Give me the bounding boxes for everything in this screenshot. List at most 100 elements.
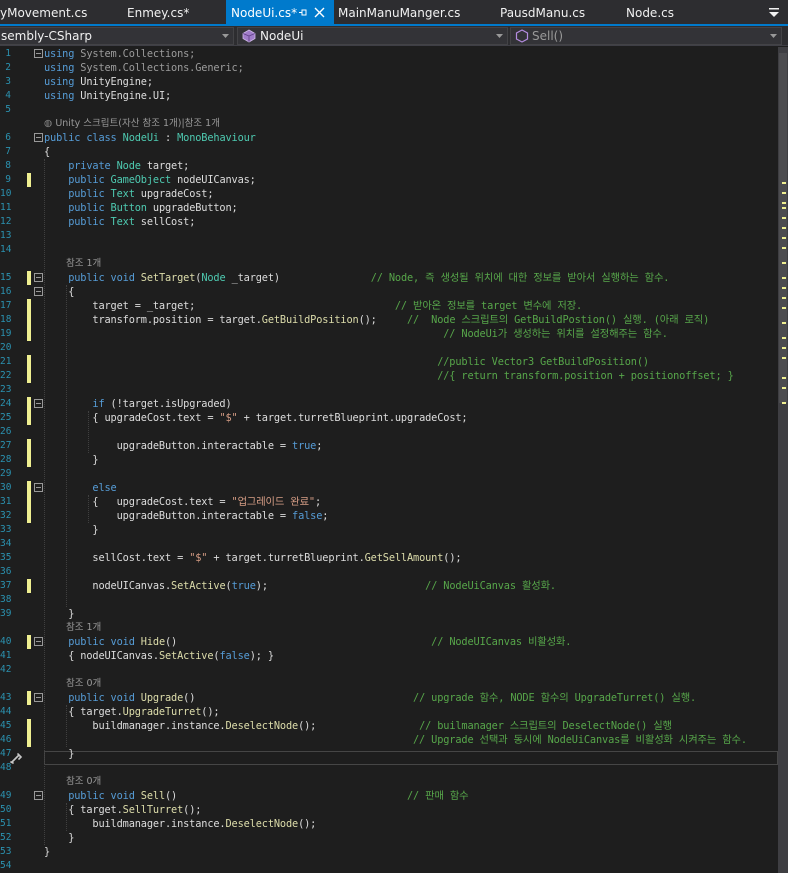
codelens-references[interactable]: 참조 1개: [66, 257, 101, 271]
code-line[interactable]: 16 {: [0, 285, 788, 299]
code-line[interactable]: 44 { target.UpgradeTurret();: [0, 705, 788, 719]
code-line[interactable]: 40 public void Hide() // NodeUICanvas 비활…: [0, 635, 788, 649]
code-line[interactable]: 23: [0, 383, 788, 397]
code-token: :: [158, 132, 178, 144]
code-text: { nodeUICanvas.SetActive(false); }: [44, 649, 274, 663]
member-dropdown[interactable]: Sell(): [510, 27, 782, 45]
code-line[interactable]: 18 transform.position = target.GetBuildP…: [0, 313, 788, 327]
code-line[interactable]: 50 { target.SellTurret();: [0, 803, 788, 817]
code-line[interactable]: 7{: [0, 145, 788, 159]
code-text: public void Hide() // NodeUICanvas 비활성화.: [44, 635, 571, 649]
code-token: + target.turretBlueprint.: [207, 552, 365, 564]
codelens-references[interactable]: 참조 1개: [66, 621, 101, 635]
code-line[interactable]: 8 private Node target;: [0, 159, 788, 173]
code-token: }: [44, 454, 99, 466]
collapse-toggle-icon[interactable]: [34, 637, 43, 646]
codelens-references[interactable]: 참조 0개: [66, 775, 101, 789]
chevron-down-icon: [770, 34, 777, 38]
code-line[interactable]: 24 if (!target.isUpgraded): [0, 397, 788, 411]
code-line[interactable]: 52 }: [0, 831, 788, 845]
code-token: ();: [358, 314, 377, 326]
code-line[interactable]: 15 public void SetTarget(Node _target) /…: [0, 271, 788, 285]
code-line[interactable]: 46 // Upgrade 선택과 동시에 NodeUiCanvas를 비활성화…: [0, 733, 788, 747]
code-line[interactable]: 9 public GameObject nodeUICanvas;: [0, 173, 788, 187]
code-line[interactable]: 47 }: [0, 747, 788, 761]
code-line[interactable]: 10 public Text upgradeCost;: [0, 187, 788, 201]
code-editor[interactable]: ◍ Unity 스크립트(자산 참조 1개)|참조 1개 참조 1개 참조 1개 참조…: [0, 47, 788, 873]
pin-icon[interactable]: [298, 8, 307, 17]
line-number: 41: [0, 650, 12, 661]
tab-enmey[interactable]: Enmey.cs*: [127, 0, 222, 24]
code-line[interactable]: 53}: [0, 845, 788, 859]
class-dropdown[interactable]: NodeUi: [237, 27, 508, 45]
code-line[interactable]: 39 }: [0, 607, 788, 621]
code-line[interactable]: 31 { upgradeCost.text = "업그레이드 완료";: [0, 495, 788, 509]
change-marker: [27, 453, 31, 467]
code-line[interactable]: 34: [0, 537, 788, 551]
code-line[interactable]: 11 public Button upgradeButton;: [0, 201, 788, 215]
code-line[interactable]: 25 { upgradeCost.text = "$" + target.tur…: [0, 411, 788, 425]
code-token: using: [44, 48, 75, 60]
code-line[interactable]: 5: [0, 103, 788, 117]
code-line[interactable]: 6 public class NodeUi : MonoBehaviour: [0, 131, 788, 145]
code-token: // 판매 함수: [177, 790, 469, 802]
code-line[interactable]: 38: [0, 593, 788, 607]
code-line[interactable]: 36: [0, 565, 788, 579]
code-line[interactable]: 3 using UnityEngine;: [0, 75, 788, 89]
code-line[interactable]: 17 target = _target; // 받아온 정보를 target 변…: [0, 299, 788, 313]
code-line[interactable]: 12 public Text sellCost;: [0, 215, 788, 229]
code-line[interactable]: 19 // NodeUi가 생성하는 위치를 설정해주는 함수.: [0, 327, 788, 341]
code-line[interactable]: 28 }: [0, 453, 788, 467]
code-line[interactable]: 26: [0, 425, 788, 439]
code-line[interactable]: 45 buildmanager.instance.DeselectNode();…: [0, 719, 788, 733]
collapse-toggle-icon[interactable]: [34, 287, 43, 296]
code-line[interactable]: 1 using System.Collections;: [0, 47, 788, 61]
collapse-toggle-icon[interactable]: [34, 791, 43, 800]
code-line[interactable]: 48: [0, 761, 788, 775]
code-token: + target.turretBlueprint.upgradeCost;: [237, 412, 468, 424]
code-line[interactable]: 49 public void Sell() // 판매 함수: [0, 789, 788, 803]
code-line[interactable]: 27 upgradeButton.interactable = true;: [0, 439, 788, 453]
tab-mainmanumanger[interactable]: MainManuManger.cs: [338, 0, 488, 24]
code-line[interactable]: 21 //public Vector3 GetBuildPosition(): [0, 355, 788, 369]
close-icon[interactable]: [314, 7, 325, 18]
code-line[interactable]: 37 nodeUICanvas.SetActive(true); // Node…: [0, 579, 788, 593]
code-line[interactable]: 22 //{ return transform.position + posit…: [0, 369, 788, 383]
code-token: // upgrade 함수, NODE 함수의 UpgradeTurret() …: [195, 692, 697, 704]
collapse-toggle-icon[interactable]: [34, 399, 43, 408]
code-line[interactable]: 33 }: [0, 523, 788, 537]
code-line[interactable]: 20: [0, 341, 788, 355]
code-line[interactable]: 13: [0, 229, 788, 243]
code-line[interactable]: 30 else: [0, 481, 788, 495]
collapse-toggle-icon[interactable]: [34, 133, 43, 142]
collapse-toggle-icon[interactable]: [34, 49, 43, 58]
code-line[interactable]: 51 buildmanager.instance.DeselectNode();: [0, 817, 788, 831]
tab-pausdmanu[interactable]: PausdManu.cs: [500, 0, 610, 24]
code-line[interactable]: 35 sellCost.text = "$" + target.turretBl…: [0, 551, 788, 565]
chevron-down-icon: [496, 34, 503, 38]
code-token: "$": [189, 552, 208, 564]
line-number: 51: [0, 818, 12, 829]
code-line[interactable]: 29: [0, 467, 788, 481]
collapse-toggle-icon[interactable]: [34, 483, 43, 492]
code-line[interactable]: 2 using System.Collections.Generic;: [0, 61, 788, 75]
tab-nodeui[interactable]: NodeUi.cs*: [226, 0, 334, 24]
code-line[interactable]: 54: [0, 859, 788, 873]
code-line[interactable]: 32 upgradeButton.interactable = false;: [0, 509, 788, 523]
code-line[interactable]: 14: [0, 243, 788, 257]
code-line[interactable]: 4 using UnityEngine.UI;: [0, 89, 788, 103]
code-line[interactable]: 41 { nodeUICanvas.SetActive(false); }: [0, 649, 788, 663]
project-dropdown[interactable]: sembly-CSharp: [0, 27, 234, 45]
tab-ymovement[interactable]: yMovement.cs: [0, 0, 118, 24]
tab-list-dropdown-icon[interactable]: [768, 6, 780, 20]
code-line[interactable]: 43 public void Upgrade() // upgrade 함수, …: [0, 691, 788, 705]
codelens-references[interactable]: ◍ Unity 스크립트(자산 참조 1개)|참조 1개: [44, 117, 220, 131]
line-number: 31: [0, 496, 12, 507]
tab-node[interactable]: Node.cs: [626, 0, 706, 24]
code-line[interactable]: 42: [0, 663, 788, 677]
collapse-toggle-icon[interactable]: [34, 273, 43, 282]
collapse-toggle-icon[interactable]: [34, 693, 43, 702]
code-token: public void: [44, 692, 141, 704]
code-token: {: [44, 286, 75, 298]
codelens-references[interactable]: 참조 0개: [66, 677, 101, 691]
